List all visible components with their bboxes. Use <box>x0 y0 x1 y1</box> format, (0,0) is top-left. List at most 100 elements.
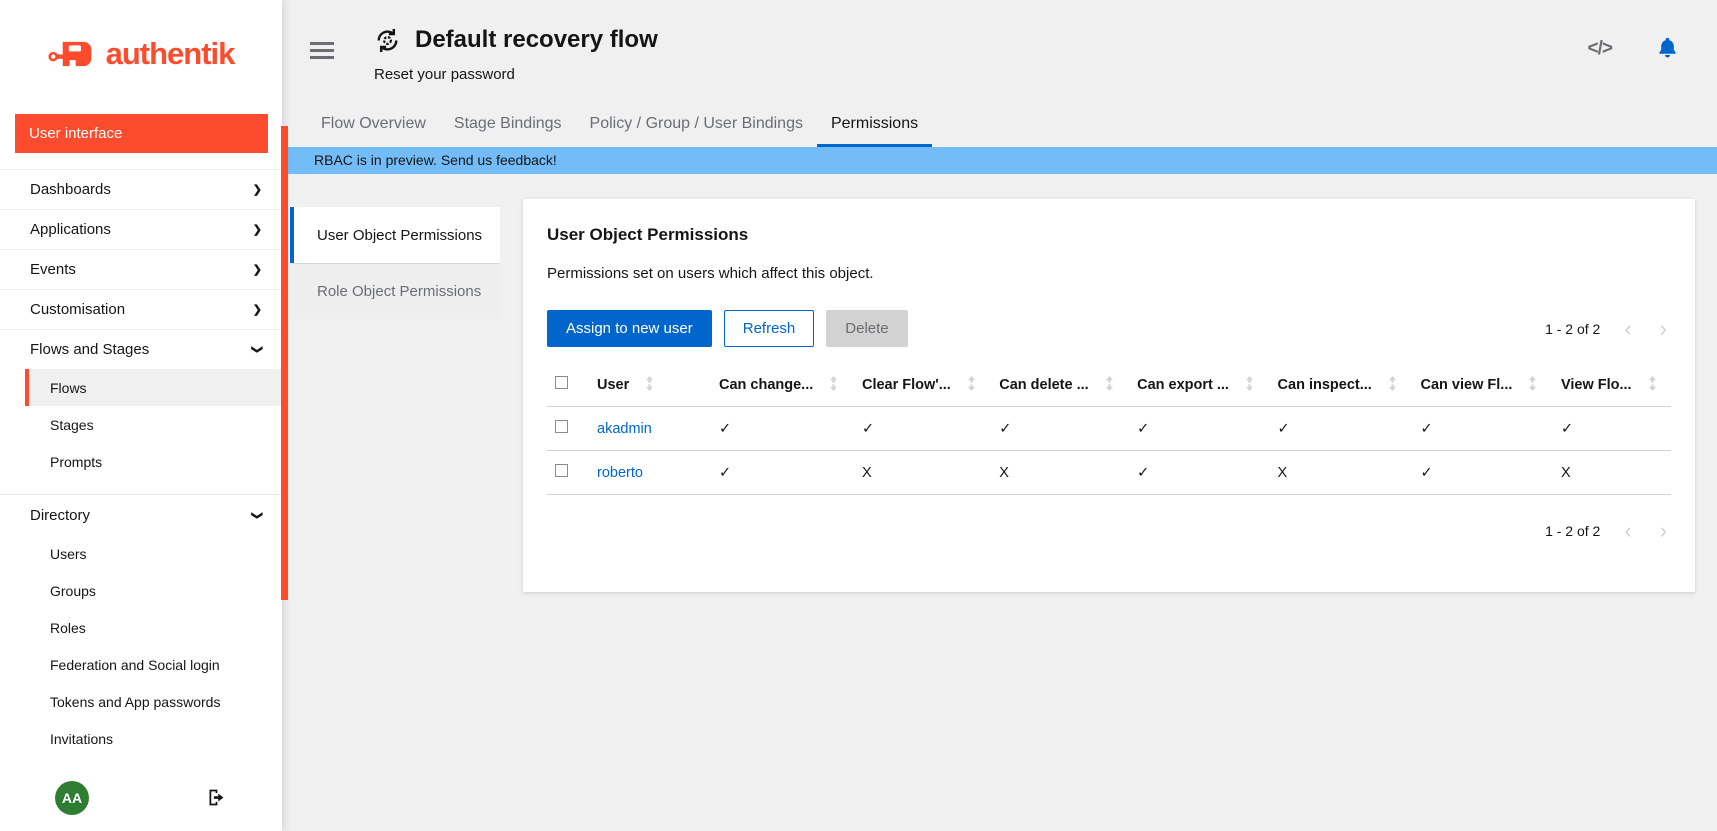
permissions-table: User Can change... Clear Flow'... Can de… <box>547 363 1671 495</box>
sidebar-item-directory[interactable]: Directory ❯ <box>0 495 282 535</box>
sidebar-item-stages[interactable]: Stages <box>25 406 282 443</box>
row-checkbox[interactable] <box>555 420 568 433</box>
chevron-right-icon: ❯ <box>253 263 262 276</box>
refresh-button[interactable]: Refresh <box>724 310 815 347</box>
user-link-roberto[interactable]: roberto <box>597 465 643 481</box>
pagination-label: 1 - 2 of 2 <box>1545 523 1600 539</box>
permission-value: ✓ <box>991 407 1129 451</box>
tab-policy-group-user-bindings[interactable]: Policy / Group / User Bindings <box>576 105 817 147</box>
chevron-down-icon: ❯ <box>251 510 264 519</box>
feedback-link[interactable]: Send us feedback! <box>441 152 557 168</box>
sidebar-item-tokens[interactable]: Tokens and App passwords <box>25 683 282 720</box>
sort-icon <box>967 376 976 391</box>
permission-value: X <box>1270 451 1413 495</box>
sidebar-footer: AA <box>0 781 282 817</box>
pagination-next-icon[interactable]: › <box>1656 322 1671 336</box>
sidebar-item-groups[interactable]: Groups <box>25 572 282 609</box>
sort-icon <box>1245 376 1254 391</box>
user-link-akadmin[interactable]: akadmin <box>597 421 652 437</box>
tab-stage-bindings[interactable]: Stage Bindings <box>440 105 576 147</box>
column-header-can-change[interactable]: Can change... <box>711 363 854 407</box>
permissions-card: User Object Permissions Permissions set … <box>523 199 1695 592</box>
sort-icon <box>829 376 838 391</box>
pagination-prev-icon[interactable]: ‹ <box>1620 322 1635 336</box>
sidebar-item-user-interface[interactable]: User interface <box>15 114 268 153</box>
column-header-can-export[interactable]: Can export ... <box>1129 363 1269 407</box>
permission-value: ✓ <box>711 407 854 451</box>
permission-value: X <box>991 451 1129 495</box>
table-header-row: User Can change... Clear Flow'... Can de… <box>547 363 1671 407</box>
column-header-can-delete[interactable]: Can delete ... <box>991 363 1129 407</box>
tab-user-object-permissions[interactable]: User Object Permissions <box>290 207 500 263</box>
sidebar-item-federation[interactable]: Federation and Social login <box>25 646 282 683</box>
main-area: Default recovery flow Reset your passwor… <box>288 0 1717 831</box>
page-title: Default recovery flow <box>415 26 658 54</box>
sort-icon <box>645 376 654 391</box>
column-header-user[interactable]: User <box>589 363 711 407</box>
card-description: Permissions set on users which affect th… <box>547 265 1671 282</box>
process-automation-icon <box>374 27 401 54</box>
pagination-bottom: 1 - 2 of 2 ‹ › <box>547 518 1671 544</box>
sidebar-item-applications[interactable]: Applications ❯ <box>0 209 282 249</box>
card-title: User Object Permissions <box>547 225 1671 245</box>
pagination-next-icon[interactable]: › <box>1656 518 1671 544</box>
chevron-right-icon: ❯ <box>253 223 262 236</box>
banner-text: RBAC is in preview. <box>314 152 437 168</box>
tab-bar: Flow Overview Stage Bindings Policy / Gr… <box>288 100 1717 147</box>
tab-role-object-permissions[interactable]: Role Object Permissions <box>290 263 500 319</box>
authentik-logo: authentik <box>0 0 282 108</box>
chevron-down-icon: ❯ <box>251 345 264 354</box>
permission-value: ✓ <box>854 407 991 451</box>
column-header-view-flow[interactable]: View Flo... <box>1553 363 1671 407</box>
sort-icon <box>1528 376 1537 391</box>
code-icon[interactable]: </> <box>1582 37 1618 61</box>
sidebar-item-events[interactable]: Events ❯ <box>0 249 282 289</box>
sidebar-item-flows-and-stages[interactable]: Flows and Stages ❯ <box>0 329 282 369</box>
column-header-clear-flow[interactable]: Clear Flow'... <box>854 363 991 407</box>
avatar[interactable]: AA <box>55 781 89 815</box>
column-header-can-inspect[interactable]: Can inspect... <box>1270 363 1413 407</box>
permission-value: X <box>854 451 991 495</box>
delete-button[interactable]: Delete <box>826 310 907 347</box>
column-header-can-view[interactable]: Can view Fl... <box>1413 363 1553 407</box>
table-row: roberto ✓ X X ✓ X ✓ X <box>547 451 1671 495</box>
sidebar-item-customisation[interactable]: Customisation ❯ <box>0 289 282 329</box>
sidebar-item-invitations[interactable]: Invitations <box>25 720 282 757</box>
select-all-checkbox[interactable] <box>555 376 568 389</box>
brand-name: authentik <box>106 36 235 72</box>
permission-value: ✓ <box>1129 451 1269 495</box>
permission-value: ✓ <box>1413 451 1553 495</box>
permission-value: ✓ <box>1129 407 1269 451</box>
row-checkbox[interactable] <box>555 464 568 477</box>
pagination-prev-icon[interactable]: ‹ <box>1620 518 1635 544</box>
sidebar-item-prompts[interactable]: Prompts <box>25 443 282 480</box>
table-row: akadmin ✓ ✓ ✓ ✓ ✓ ✓ ✓ <box>547 407 1671 451</box>
chevron-right-icon: ❯ <box>253 303 262 316</box>
sort-icon <box>1648 376 1657 391</box>
accent-bar <box>281 126 288 600</box>
tab-flow-overview[interactable]: Flow Overview <box>307 105 440 147</box>
toolbar: Assign to new user Refresh Delete 1 - 2 … <box>547 310 1671 347</box>
sidebar-item-users[interactable]: Users <box>25 535 282 572</box>
sidebar-item-flows[interactable]: Flows <box>25 369 282 406</box>
permission-value: ✓ <box>1270 407 1413 451</box>
authentik-key-icon <box>48 36 100 72</box>
sidebar-item-dashboards[interactable]: Dashboards ❯ <box>0 169 282 209</box>
permission-value: ✓ <box>1553 407 1671 451</box>
sort-icon <box>1388 376 1397 391</box>
permission-side-tabs: User Object Permissions Role Object Perm… <box>290 207 500 319</box>
sign-out-icon[interactable] <box>206 787 227 811</box>
sidebar: authentik User interface Dashboards ❯ Ap… <box>0 0 282 831</box>
sort-icon <box>1105 376 1114 391</box>
permission-value: X <box>1553 451 1671 495</box>
page-header: Default recovery flow Reset your passwor… <box>288 0 1717 100</box>
hamburger-menu-icon[interactable] <box>306 32 338 69</box>
tab-permissions[interactable]: Permissions <box>817 105 932 147</box>
pagination-top: 1 - 2 of 2 ‹ › <box>1545 321 1671 337</box>
permission-value: ✓ <box>711 451 854 495</box>
page-subtitle: Reset your password <box>374 66 658 83</box>
pagination-label: 1 - 2 of 2 <box>1545 321 1600 337</box>
sidebar-item-roles[interactable]: Roles <box>25 609 282 646</box>
assign-to-new-user-button[interactable]: Assign to new user <box>547 310 712 347</box>
bell-icon[interactable] <box>1656 36 1679 62</box>
